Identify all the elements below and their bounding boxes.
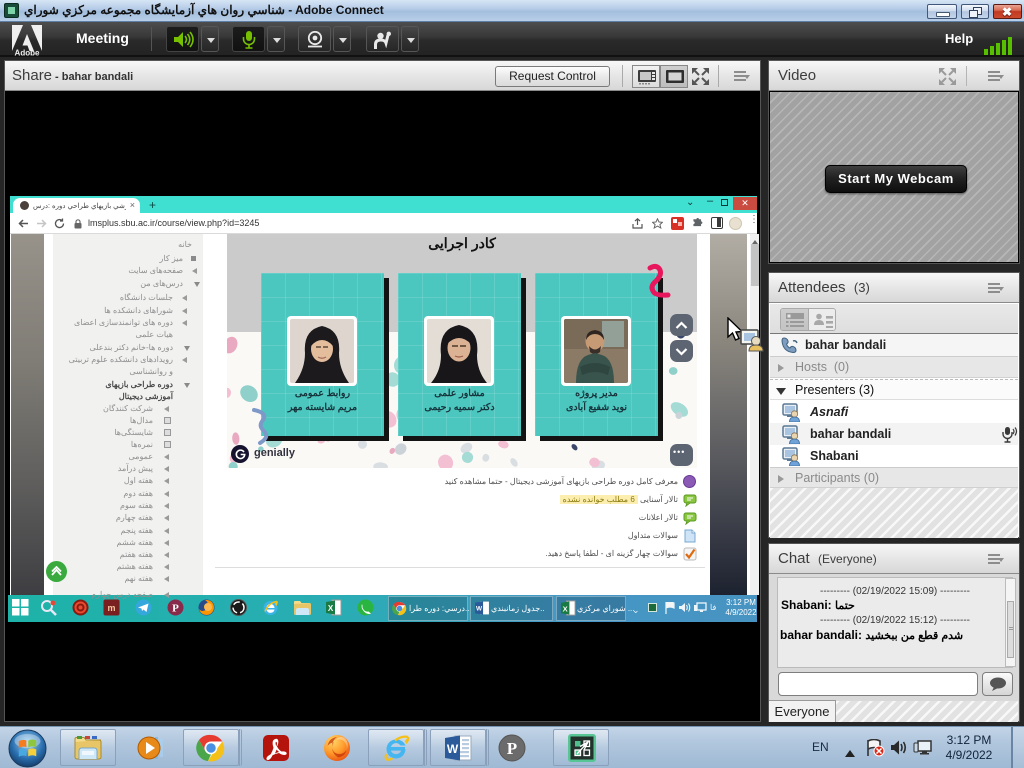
svg-text:m: m bbox=[107, 603, 115, 613]
svg-text:Adobe: Adobe bbox=[15, 49, 40, 57]
svg-text:W: W bbox=[476, 606, 483, 613]
svg-text:P: P bbox=[507, 739, 517, 758]
svg-text:X: X bbox=[328, 604, 334, 613]
svg-text:W: W bbox=[447, 742, 459, 756]
svg-text:X: X bbox=[563, 604, 568, 613]
svg-text:P: P bbox=[172, 603, 179, 615]
